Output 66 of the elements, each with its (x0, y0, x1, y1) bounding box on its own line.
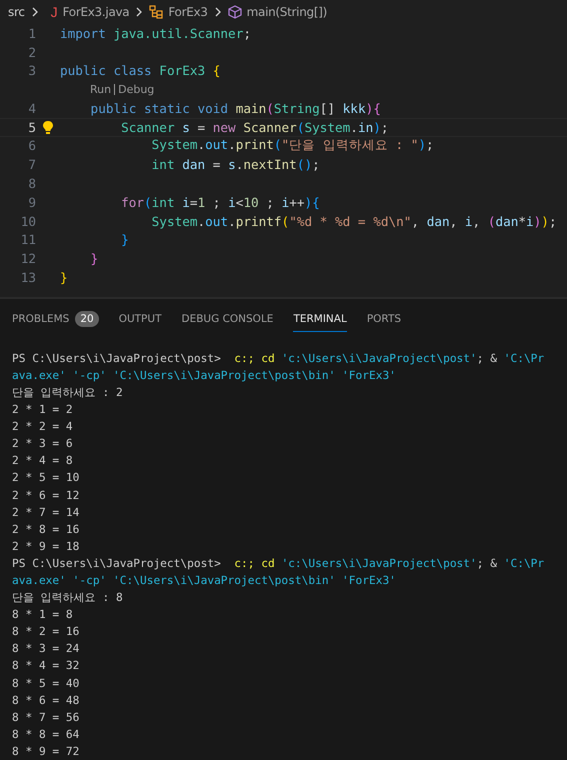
breadcrumb-item[interactable]: ForEx3 (168, 4, 208, 19)
chevron-icon (134, 6, 144, 18)
terminal-line: 8 * 6 = 48 (12, 692, 80, 709)
terminal-line: PS C:\Users\i\JavaProject\post> c:; cd 'c:\Users\i\JavaProject\post'; & 'C:\Pr (12, 350, 546, 367)
terminal-line: 2 * 7 = 14 (12, 504, 80, 521)
line-number: 11 (20, 232, 36, 248)
breadcrumb-item[interactable]: src (8, 4, 25, 19)
method-icon (228, 4, 242, 19)
line-number: 1 (28, 26, 36, 41)
terminal-line: 8 * 9 = 72 (12, 744, 80, 760)
line-number: 9 (28, 194, 36, 210)
terminal-line: ava.exe' '-cp' 'C:\Users\i\JavaProject\post\bin' 'ForEx3' (12, 368, 397, 384)
line-number: 5 (28, 120, 36, 135)
breadcrumb-item[interactable]: main(String[]) (246, 4, 327, 19)
line-number: 8 (28, 176, 36, 192)
line-number: 4 (28, 100, 36, 116)
panel-tab[interactable]: PROBLEMS (12, 305, 70, 332)
count-badge: 20 (75, 310, 99, 327)
code-line: Scanner s = new Scanner(System.in); (120, 120, 388, 135)
code-line: public class ForEx3 { (60, 63, 220, 78)
terminal-line: 8 * 1 = 8 (12, 607, 74, 624)
line-number: 12 (20, 251, 36, 266)
panel-tab[interactable]: DEBUG CONSOLE (181, 305, 274, 332)
code-line: public static void main(String[] kkk){ (90, 100, 381, 116)
terminal-line: 2 * 5 = 10 (12, 470, 80, 486)
line-number: 3 (28, 63, 36, 78)
line-number: 2 (28, 44, 36, 60)
terminal-line: 8 * 5 = 40 (12, 676, 80, 692)
codelens-link[interactable]: Run (90, 83, 112, 96)
line-number: 13 (20, 270, 36, 286)
code-line: } (120, 232, 129, 248)
terminal-line: 8 * 3 = 24 (12, 641, 80, 658)
panel-tab[interactable]: OUTPUT (118, 305, 162, 332)
line-number: 10 (20, 214, 36, 229)
terminal-line: 단을 입력하세요 : 2 (12, 384, 124, 401)
java-file-icon: J (50, 4, 58, 20)
code-line: import java.util.Scanner; (60, 26, 251, 41)
terminal-line: 단을 입력하세요 : 8 (12, 590, 124, 606)
chevron-icon (212, 6, 223, 18)
terminal-line: 2 * 3 = 6 (12, 436, 74, 452)
codelens-link[interactable]: Debug (118, 83, 154, 96)
code-line: } (90, 251, 98, 266)
code-line: System.out.printf("%d * %d = %d\n", dan, i, (dan*i)); (150, 214, 557, 229)
code-line: int dan = s.nextInt(); (150, 157, 320, 172)
class-icon (149, 4, 164, 19)
code-line: System.out.print("단을 입력하세요 : "); (150, 137, 434, 154)
terminal-line: ava.exe' '-cp' 'C:\Users\i\JavaProject\post\bin' 'ForEx3' (12, 572, 397, 589)
code-line: } (60, 270, 68, 286)
terminal-line: 8 * 7 = 56 (12, 710, 80, 726)
terminal-line: 8 * 4 = 32 (12, 658, 80, 674)
terminal-line: PS C:\Users\i\JavaProject\post> c:; cd 'c:\Users\i\JavaProject\post'; & 'C:\Pr (12, 556, 546, 572)
terminal-line: 2 * 9 = 18 (12, 538, 80, 555)
terminal-line: 2 * 1 = 2 (12, 402, 74, 418)
panel-tab[interactable]: PORTS (366, 305, 402, 332)
chevron-icon (30, 6, 40, 18)
line-number: 7 (28, 157, 36, 172)
line-number: 6 (28, 138, 36, 154)
panel-tab[interactable]: TERMINAL (293, 305, 347, 332)
breadcrumb-item[interactable]: ForEx3.java (62, 4, 130, 19)
terminal-line: 2 * 4 = 8 (12, 453, 74, 470)
terminal-line: 2 * 8 = 16 (12, 522, 80, 538)
code-line: for(int i=1 ; i<10 ; i++){ (120, 194, 320, 210)
terminal-line: 2 * 6 = 12 (12, 488, 80, 504)
terminal-line: 2 * 2 = 4 (12, 419, 74, 436)
terminal-line: 8 * 8 = 64 (12, 726, 80, 743)
terminal-line: 8 * 2 = 16 (12, 624, 80, 640)
